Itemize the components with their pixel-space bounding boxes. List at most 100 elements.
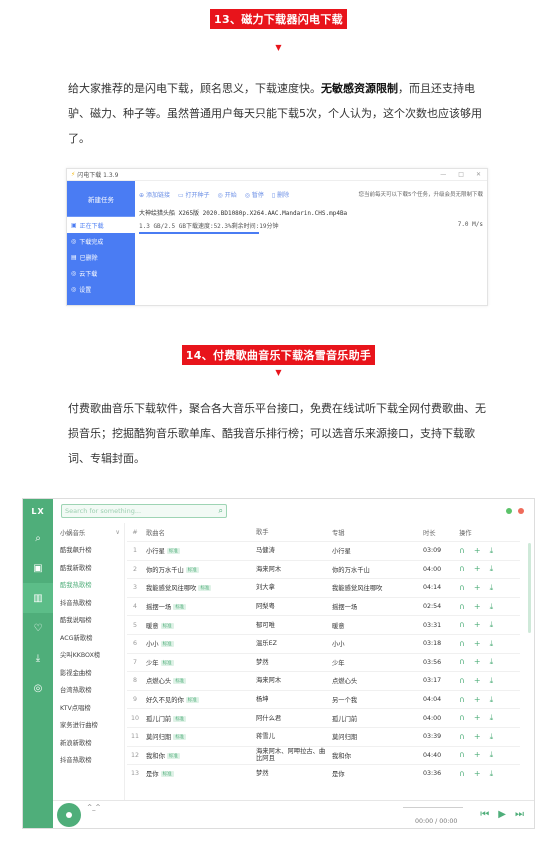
add-link-button[interactable]: ⊕ 添加链接 <box>139 190 170 199</box>
add-icon[interactable]: + <box>474 564 481 574</box>
headphones-icon[interactable]: ∩ <box>459 564 465 574</box>
sidebar-item-completed[interactable]: ◎ 下载完成 <box>67 233 135 249</box>
next-icon[interactable]: ⏭ <box>515 809 524 820</box>
headphones-icon[interactable]: ∩ <box>459 602 465 612</box>
sidebar-item-cloud[interactable]: ◎ 云下载 <box>67 265 135 281</box>
leaderboard-item[interactable]: 酷我热歌榜 <box>53 576 124 594</box>
leaderboard-item[interactable]: 抖音热歌榜 <box>53 594 124 612</box>
add-icon[interactable]: + <box>474 769 481 779</box>
headphones-icon[interactable]: ∩ <box>459 583 465 593</box>
open-torrent-button[interactable]: ▭ 打开种子 <box>178 190 210 199</box>
add-icon[interactable]: + <box>474 602 481 612</box>
row-index: 5 <box>132 621 137 629</box>
album-cover[interactable] <box>57 802 81 827</box>
row-index: 2 <box>132 565 137 573</box>
leaderboard-item[interactable]: 酷我说唱榜 <box>53 611 124 629</box>
search-icon[interactable]: ⌕ <box>219 506 223 516</box>
minimize-dot[interactable] <box>506 508 512 514</box>
leaderboard-item[interactable]: ACG新歌榜 <box>53 629 124 647</box>
add-icon[interactable]: + <box>474 620 481 630</box>
sidebar-item-settings[interactable]: ◎ 设置 <box>67 281 135 297</box>
table-row[interactable]: 1 小行星 标准 马健涛 小行星 03:09 ∩ + ⤓ <box>127 541 520 560</box>
leaderboard-item[interactable]: 影视金曲榜 <box>53 664 124 682</box>
table-row[interactable]: 8 点燃心头 标准 海来阿木 点燃心头 03:17 ∩ + ⤓ <box>127 671 520 690</box>
leaderboard-item[interactable]: 新浪新歌榜 <box>53 734 124 752</box>
add-icon[interactable]: + <box>474 657 481 667</box>
add-icon[interactable]: + <box>474 695 481 705</box>
headphones-icon[interactable]: ∩ <box>459 657 465 667</box>
play-icon[interactable]: ▶ <box>498 809 506 820</box>
table-row[interactable]: 2 你的万水千山 标准 海来阿木 你的万水千山 04:00 ∩ + ⤓ <box>127 559 520 579</box>
headphones-icon[interactable]: ∩ <box>459 676 465 686</box>
scrollbar[interactable] <box>528 543 531 633</box>
progress-slider[interactable] <box>403 807 463 808</box>
add-icon[interactable]: + <box>474 583 481 593</box>
headphones-icon[interactable]: ∩ <box>459 620 465 630</box>
download-icon[interactable]: ⤓ <box>490 639 494 649</box>
table-row[interactable]: 12 我和你 标准 海来阿木、阿呷拉古、曲比阿且 我和你 04:40 ∩ + ⤓ <box>127 745 520 765</box>
leaderboard-item[interactable]: 酷我飙升榜 <box>53 541 124 559</box>
download-icon[interactable]: ⤓ <box>490 583 494 593</box>
leaderboard-item[interactable]: 尖叫KKBOX榜 <box>53 646 124 664</box>
table-row[interactable]: 13 是你 标准 梦然 是你 03:36 ∩ + ⤓ <box>127 764 520 783</box>
maximize-button[interactable]: □ <box>458 171 464 178</box>
search-input[interactable]: Search for something... ⌕ <box>61 504 227 518</box>
table-row[interactable]: 6 小小 标准 温乐EZ 小小 03:18 ∩ + ⤓ <box>127 633 520 653</box>
leaderboard-item[interactable]: 家务进行曲榜 <box>53 716 124 734</box>
headphones-icon[interactable]: ∩ <box>459 639 465 649</box>
download-icon[interactable]: ⤓ <box>490 676 494 686</box>
start-button[interactable]: ◎ 开始 <box>218 190 237 199</box>
table-row[interactable]: 4 摇摆一场 标准 阿梨粤 摇摆一场 02:54 ∩ + ⤓ <box>127 596 520 616</box>
download-icon[interactable]: ⤓ <box>490 602 494 612</box>
download-icon[interactable]: ⤓ <box>490 620 494 630</box>
pause-button[interactable]: ◎ 暂停 <box>245 190 264 199</box>
sidebar-item-deleted[interactable]: ▤ 已删除 <box>67 249 135 265</box>
quality-badge: 标准 <box>160 771 174 778</box>
headphones-icon[interactable]: ∩ <box>459 713 465 723</box>
nav-favorite-icon[interactable]: ♡ <box>23 613 53 643</box>
nav-leaderboard-icon[interactable]: ▥ <box>23 583 53 613</box>
download-icon[interactable]: ⤓ <box>490 732 494 742</box>
headphones-icon[interactable]: ∩ <box>459 695 465 705</box>
minimize-button[interactable]: — <box>440 171 446 178</box>
nav-download-icon[interactable]: ⤓ <box>23 643 53 673</box>
source-select[interactable]: 小蜗音乐 ∨ <box>53 523 124 541</box>
add-icon[interactable]: + <box>474 732 481 742</box>
download-icon[interactable]: ⤓ <box>490 713 494 723</box>
close-dot[interactable] <box>518 508 524 514</box>
task-row[interactable]: 1.3 GB/2.5 GB下载速度:52.3%剩余时间:19分钟 7.0 M/s <box>139 221 483 230</box>
add-icon[interactable]: + <box>474 546 481 556</box>
add-icon[interactable]: + <box>474 713 481 723</box>
new-task-button[interactable]: 新建任务 <box>67 181 135 217</box>
add-icon[interactable]: + <box>474 676 481 686</box>
headphones-icon[interactable]: ∩ <box>459 546 465 556</box>
download-icon[interactable]: ⤓ <box>490 564 494 574</box>
table-row[interactable]: 9 好久不见的你 标准 杨坤 另一个我 04:04 ∩ + ⤓ <box>127 689 520 709</box>
add-icon[interactable]: + <box>474 639 481 649</box>
download-icon[interactable]: ⤓ <box>490 546 494 556</box>
download-icon[interactable]: ⤓ <box>490 657 494 667</box>
sidebar-item-downloading[interactable]: ▣ 正在下载 <box>67 217 135 233</box>
table-row[interactable]: 10 孤儿门前 标准 阿什么君 孤儿门前 04:00 ∩ + ⤓ <box>127 708 520 727</box>
leaderboard-item[interactable]: 抖音热歌榜 <box>53 751 124 769</box>
nav-songlist-icon[interactable]: ▣ <box>23 553 53 583</box>
nav-search-icon[interactable]: ⌕ <box>23 523 53 553</box>
leaderboard-item[interactable]: 台湾热歌榜 <box>53 681 124 699</box>
headphones-icon[interactable]: ∩ <box>459 750 465 760</box>
nav-settings-icon[interactable]: ◎ <box>23 673 53 703</box>
headphones-icon[interactable]: ∩ <box>459 732 465 742</box>
delete-button[interactable]: ▯ 删除 <box>272 190 289 199</box>
previous-icon[interactable]: ⏮ <box>480 809 489 820</box>
headphones-icon[interactable]: ∩ <box>459 769 465 779</box>
table-row[interactable]: 5 暖意 标准 郁可唯 暖意 03:31 ∩ + ⤓ <box>127 615 520 634</box>
table-row[interactable]: 7 少年 标准 梦然 少年 03:56 ∩ + ⤓ <box>127 652 520 672</box>
leaderboard-item[interactable]: KTV点唱榜 <box>53 699 124 717</box>
download-icon[interactable]: ⤓ <box>490 750 494 760</box>
download-icon[interactable]: ⤓ <box>490 769 494 779</box>
leaderboard-item[interactable]: 酷我新歌榜 <box>53 559 124 577</box>
table-row[interactable]: 11 莫问归期 标准 蒋雪儿 莫问归期 03:39 ∩ + ⤓ <box>127 726 520 746</box>
table-row[interactable]: 3 我能感觉风往哪吹 标准 刘大拿 我能感觉风往哪吹 04:14 ∩ + ⤓ <box>127 578 520 597</box>
add-icon[interactable]: + <box>474 750 481 760</box>
download-icon[interactable]: ⤓ <box>490 695 494 705</box>
close-button[interactable]: ✕ <box>476 171 481 178</box>
